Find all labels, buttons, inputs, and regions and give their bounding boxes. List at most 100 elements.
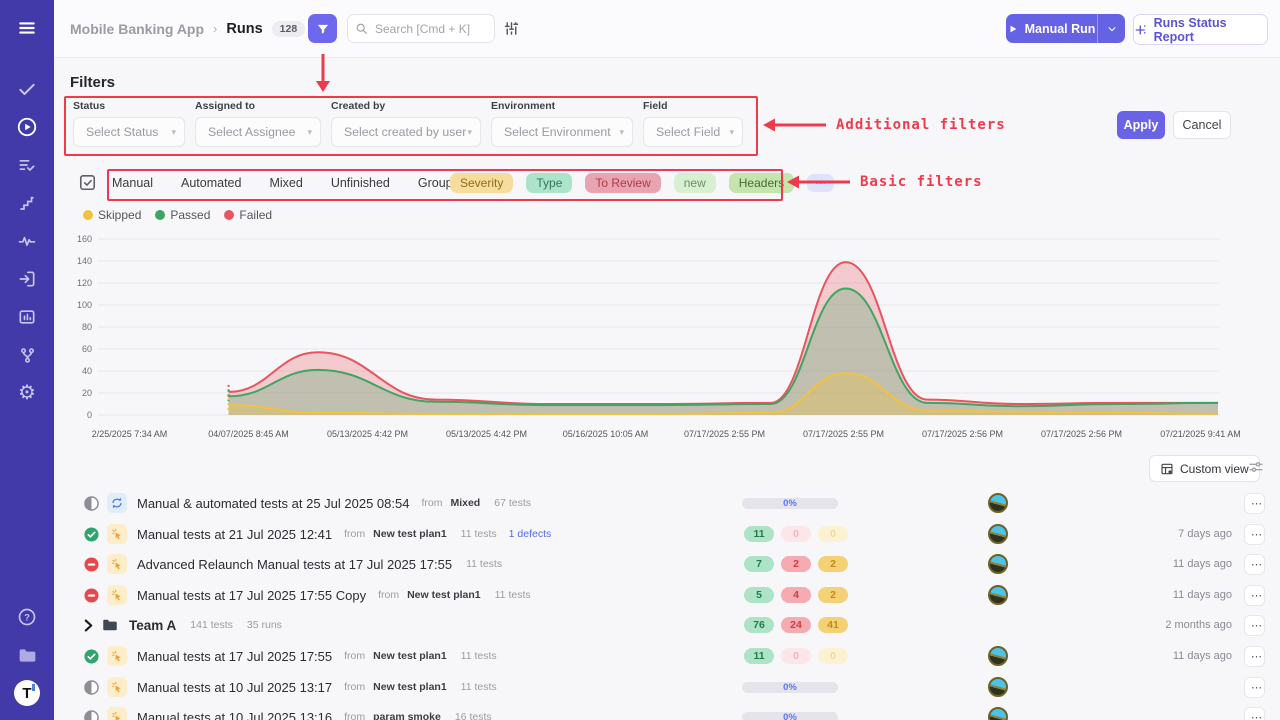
run-row-left: Manual tests at 17 Jul 2025 17:55fromNew… — [70, 646, 497, 666]
run-source-plan: New test plan1 — [407, 589, 481, 601]
group-runs-count: 35 runs — [247, 619, 282, 631]
badge-failed: 0 — [781, 526, 811, 542]
badge-passed: 5 — [744, 587, 774, 603]
basic-filters-annotation-text: Basic filters — [860, 174, 983, 190]
annotation-arrow-left-icon — [762, 117, 828, 133]
run-tests-count: 16 tests — [455, 711, 492, 720]
run-row-left: Manual tests at 17 Jul 2025 17:55 Copyfr… — [70, 585, 531, 605]
run-row[interactable]: Manual tests at 10 Jul 2025 13:17fromNew… — [70, 673, 1262, 701]
milestones-icon[interactable] — [0, 184, 54, 222]
run-progress-value: 0% — [783, 712, 797, 720]
settings-gear-icon[interactable]: ⚙ — [0, 374, 54, 412]
user-avatar[interactable] — [988, 646, 1008, 666]
test-plans-icon[interactable] — [0, 146, 54, 184]
run-row[interactable]: Manual tests at 21 Jul 2025 12:41 from New… — [70, 520, 1262, 548]
run-row[interactable]: Advanced Relaunch Manual tests at 17 Jul… — [70, 550, 1262, 578]
run-row[interactable]: Manual tests at 17 Jul 2025 17:55 Copyfr… — [70, 581, 1262, 609]
run-title: Manual tests at 21 Jul 2025 12:41 — [137, 527, 332, 542]
row-more-button[interactable]: ⋯ — [1244, 554, 1265, 575]
pulse-activity-icon[interactable] — [0, 222, 54, 260]
badge-skipped: 0 — [818, 526, 848, 542]
row-more-button[interactable]: ⋯ — [1244, 493, 1265, 514]
group-title: Team A — [129, 618, 176, 633]
status-passed-icon — [84, 649, 99, 664]
run-row[interactable]: Manual & automated tests at 25 Jul 2025 … — [70, 489, 1262, 517]
row-more-button[interactable]: ⋯ — [1244, 646, 1265, 667]
run-time-ago: 11 days ago — [1173, 558, 1232, 570]
manual-run-type-icon — [107, 554, 127, 574]
run-defects-link[interactable]: 1 defects — [509, 528, 552, 540]
status-passed-icon — [84, 527, 99, 542]
run-progress-bar: 0% — [742, 712, 838, 720]
run-from-label: from — [344, 528, 365, 540]
row-more-button[interactable]: ⋯ — [1244, 524, 1265, 545]
run-time-ago: 11 days ago — [1173, 589, 1232, 601]
badge-failed: 0 — [781, 648, 811, 664]
badge-passed: 11 — [744, 526, 774, 542]
run-source-plan: New test plan1 — [373, 681, 447, 693]
row-more-button[interactable]: ⋯ — [1244, 677, 1265, 698]
run-tests-count: 11 tests — [461, 681, 497, 693]
additional-filters-annotation-text: Additional filters — [836, 117, 1006, 133]
run-tests-count: 11 tests — [495, 589, 531, 601]
run-from-label: from — [344, 711, 365, 720]
run-row[interactable]: Manual tests at 10 Jul 2025 13:16frompar… — [70, 703, 1262, 720]
row-more-button[interactable]: ⋯ — [1244, 585, 1265, 606]
manual-run-type-icon — [107, 646, 127, 666]
run-row-left: Manual tests at 21 Jul 2025 12:41 from New… — [70, 524, 551, 544]
user-avatar[interactable] — [988, 493, 1008, 513]
user-avatar[interactable] — [988, 677, 1008, 697]
badge-failed: 4 — [781, 587, 811, 603]
branch-icon[interactable] — [0, 336, 54, 374]
app-logo[interactable]: T — [0, 674, 54, 712]
run-row-left: Team A141 tests35 runs — [70, 616, 282, 634]
run-tests-count: 11 tests — [461, 528, 497, 540]
group-row[interactable]: Team A141 tests35 runs7624412 months ago… — [70, 611, 1262, 639]
annotation-arrow-down — [312, 52, 334, 94]
row-more-button[interactable]: ⋯ — [1244, 615, 1265, 636]
badge-failed: 24 — [781, 617, 811, 633]
run-source-plan: New test plan1 — [373, 528, 447, 540]
projects-folder-icon[interactable] — [0, 636, 54, 674]
analytics-icon[interactable] — [0, 298, 54, 336]
badge-skipped: 0 — [818, 648, 848, 664]
row-more-button[interactable]: ⋯ — [1244, 707, 1265, 720]
badge-skipped: 2 — [818, 556, 848, 572]
badge-passed: 76 — [744, 617, 774, 633]
run-result-badges: 11 00 — [744, 648, 848, 664]
user-avatar[interactable] — [988, 524, 1008, 544]
run-progress-bar: 0% — [742, 498, 838, 509]
tests-check-icon[interactable] — [0, 70, 54, 108]
import-icon[interactable] — [0, 260, 54, 298]
run-time-ago: 11 days ago — [1173, 650, 1232, 662]
run-title: Manual tests at 17 Jul 2025 17:55 — [137, 649, 332, 664]
status-failed-icon — [84, 588, 99, 603]
runs-list: Manual & automated tests at 25 Jul 2025 … — [70, 0, 1262, 720]
user-avatar[interactable] — [988, 585, 1008, 605]
badge-passed: 11 — [744, 648, 774, 664]
chevron-right-icon[interactable] — [84, 619, 93, 632]
manual-run-type-icon — [107, 707, 127, 720]
run-tests-count: 67 tests — [494, 497, 531, 509]
user-avatar[interactable] — [988, 554, 1008, 574]
run-source-plan: param smoke — [373, 711, 441, 720]
run-tests-count: 11 tests — [466, 558, 502, 570]
logo-letter: T — [22, 685, 31, 702]
run-tests-count: 11 tests — [461, 650, 497, 662]
basic-filters-annotation: Basic filters — [786, 174, 983, 190]
runs-play-icon[interactable] — [0, 108, 54, 146]
additional-filters-annotation: Additional filters — [762, 117, 1006, 133]
user-avatar[interactable] — [988, 707, 1008, 720]
run-time-ago: 7 days ago — [1178, 528, 1232, 540]
manual-run-type-icon — [107, 524, 127, 544]
badge-failed: 2 — [781, 556, 811, 572]
run-result-badges: 762441 — [744, 617, 848, 633]
run-result-badges: 542 — [744, 587, 848, 603]
hamburger-menu-icon[interactable] — [0, 0, 54, 56]
run-from-label: from — [344, 650, 365, 662]
run-row[interactable]: Manual tests at 17 Jul 2025 17:55fromNew… — [70, 642, 1262, 670]
svg-text:?: ? — [24, 612, 30, 622]
run-from-label: from — [378, 589, 399, 601]
help-icon[interactable]: ? — [0, 598, 54, 636]
manual-run-type-icon — [107, 585, 127, 605]
